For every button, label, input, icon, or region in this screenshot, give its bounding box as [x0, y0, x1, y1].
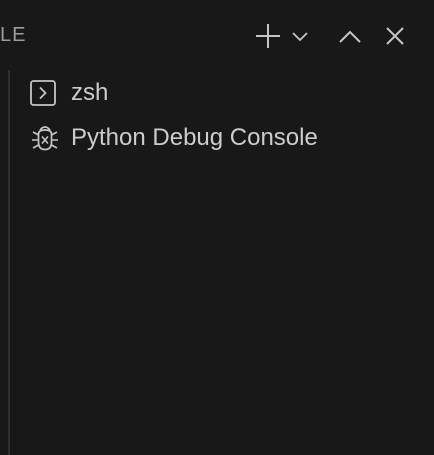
chevron-down-icon: [292, 32, 308, 42]
close-icon: [386, 27, 404, 45]
terminal-panel: LE zsh Python Debug Console: [0, 0, 434, 455]
terminal-item-label: zsh: [71, 78, 109, 106]
terminal-profiles-button[interactable]: [288, 20, 312, 52]
new-terminal-button[interactable]: [252, 20, 284, 52]
chevron-up-icon: [339, 30, 361, 43]
panel-actions: [0, 20, 434, 52]
terminal-item-label: Python Debug Console: [71, 123, 318, 151]
plus-icon: [256, 24, 280, 48]
close-panel-button[interactable]: [381, 20, 409, 52]
terminal-icon: [28, 76, 64, 110]
terminal-item-zsh[interactable]: zsh: [28, 70, 434, 115]
panel-divider: [8, 70, 10, 455]
terminal-list: zsh Python Debug Console: [28, 70, 434, 160]
debug-bug-icon: [28, 121, 64, 155]
maximize-panel-button[interactable]: [335, 20, 365, 52]
terminal-item-python-debug-console[interactable]: Python Debug Console: [28, 115, 434, 160]
